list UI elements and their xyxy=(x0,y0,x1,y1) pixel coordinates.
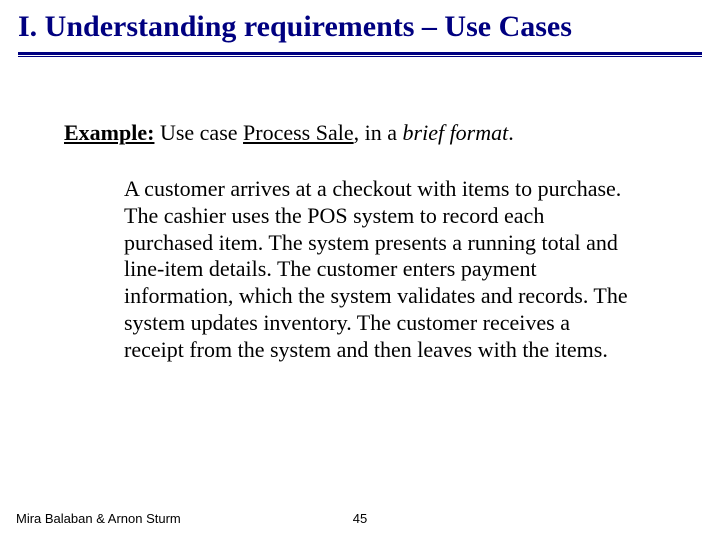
example-label: Example: xyxy=(64,120,154,145)
title-underline xyxy=(18,52,702,57)
example-format: brief format xyxy=(403,120,509,145)
slide: I. Understanding requirements – Use Case… xyxy=(0,0,720,540)
scenario-body: A customer arrives at a checkout with it… xyxy=(124,176,634,364)
example-post: . xyxy=(508,120,514,145)
use-case-name: Process Sale xyxy=(243,120,354,145)
example-mid: , in a xyxy=(354,120,403,145)
slide-title: I. Understanding requirements – Use Case… xyxy=(18,10,702,45)
example-pre: Use case xyxy=(154,120,243,145)
page-number: 45 xyxy=(0,511,720,526)
example-line: Example: Use case Process Sale, in a bri… xyxy=(64,120,660,146)
